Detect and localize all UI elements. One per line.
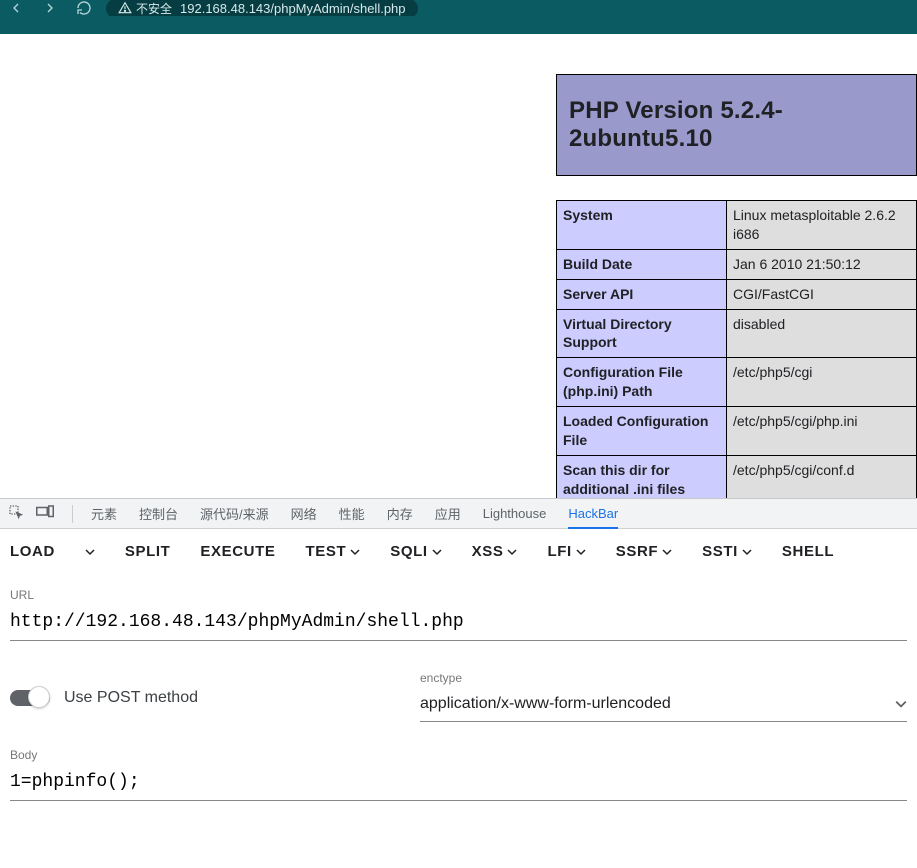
- phpinfo-row-name: Loaded Configuration File: [557, 407, 727, 456]
- devtools-tab-控制台[interactable]: 控制台: [139, 498, 178, 529]
- table-row: Build DateJan 6 2010 21:50:12: [557, 249, 917, 279]
- phpinfo-row-value: disabled: [727, 309, 917, 358]
- chevron-down-icon: [350, 547, 360, 557]
- use-post-toggle[interactable]: [10, 690, 50, 706]
- devtools-tab-网络[interactable]: 网络: [291, 498, 317, 529]
- lfi-dropdown[interactable]: LFI: [547, 543, 585, 560]
- browser-top-bar: 不安全 192.168.48.143/phpMyAdmin/shell.php: [0, 0, 917, 16]
- phpinfo-row-value: CGI/FastCGI: [727, 279, 917, 309]
- address-url: 192.168.48.143/phpMyAdmin/shell.php: [180, 1, 406, 16]
- phpinfo-row-value: Linux metasploitable 2.6.2 i686: [727, 201, 917, 250]
- inspect-icon[interactable]: [8, 504, 24, 523]
- reload-icon[interactable]: [76, 0, 92, 16]
- chevron-down-icon: [742, 547, 752, 557]
- enctype-value: application/x-www-form-urlencoded: [420, 695, 671, 713]
- warning-icon: [118, 1, 132, 15]
- address-bar[interactable]: 不安全 192.168.48.143/phpMyAdmin/shell.php: [106, 0, 418, 16]
- chevron-down-icon: [895, 698, 907, 710]
- device-toolbar-icon[interactable]: [36, 505, 54, 522]
- url-input[interactable]: [10, 608, 907, 641]
- phpinfo-row-name: Virtual Directory Support: [557, 309, 727, 358]
- phpinfo-title: PHP Version 5.2.4-2ubuntu5.10: [556, 74, 917, 176]
- body-label: Body: [10, 748, 907, 762]
- phpinfo-row-name: Configuration File (php.ini) Path: [557, 358, 727, 407]
- devtools-tab-源代码/来源[interactable]: 源代码/来源: [200, 498, 269, 529]
- forward-icon[interactable]: [42, 0, 58, 16]
- chevron-down-icon: [432, 547, 442, 557]
- shell-dropdown[interactable]: SHELL: [782, 543, 834, 560]
- hackbar-panel: LOAD SPLIT EXECUTE TEST SQLI XSS LFI SSR…: [0, 529, 917, 841]
- phpinfo-row-value: Jan 6 2010 21:50:12: [727, 249, 917, 279]
- devtools-tab-应用[interactable]: 应用: [435, 498, 461, 529]
- phpinfo-row-name: Server API: [557, 279, 727, 309]
- load-button[interactable]: LOAD: [10, 543, 55, 560]
- browser-chrome-gap: [0, 16, 917, 34]
- devtools-tabs: 元素控制台源代码/来源网络性能内存应用 Lighthouse HackBar: [0, 499, 917, 529]
- not-secure-badge: 不安全: [118, 0, 172, 16]
- test-dropdown[interactable]: TEST: [305, 543, 360, 560]
- load-caret-icon[interactable]: [85, 547, 95, 557]
- phpinfo-table: SystemLinux metasploitable 2.6.2 i686Bui…: [556, 200, 917, 498]
- enctype-select[interactable]: application/x-www-form-urlencoded: [420, 691, 907, 722]
- devtools-panel: 元素控制台源代码/来源网络性能内存应用 Lighthouse HackBar LOA…: [0, 498, 917, 841]
- use-post-label: Use POST method: [64, 689, 198, 707]
- url-label: URL: [10, 588, 907, 602]
- execute-button[interactable]: EXECUTE: [200, 543, 275, 560]
- phpinfo-row-name: Scan this dir for additional .ini files: [557, 455, 727, 498]
- back-icon[interactable]: [8, 0, 24, 16]
- split-button[interactable]: SPLIT: [125, 543, 171, 560]
- devtools-tab-lighthouse[interactable]: Lighthouse: [483, 500, 547, 527]
- devtools-tab-性能[interactable]: 性能: [339, 498, 365, 529]
- phpinfo-row-value: /etc/php5/cgi: [727, 358, 917, 407]
- phpinfo-row-value: /etc/php5/cgi/conf.d: [727, 455, 917, 498]
- enctype-label: enctype: [420, 671, 907, 685]
- table-row: Configuration File (php.ini) Path/etc/ph…: [557, 358, 917, 407]
- table-row: Scan this dir for additional .ini files/…: [557, 455, 917, 498]
- chevron-down-icon: [576, 547, 586, 557]
- table-row: Server APICGI/FastCGI: [557, 279, 917, 309]
- table-row: SystemLinux metasploitable 2.6.2 i686: [557, 201, 917, 250]
- chevron-down-icon: [662, 547, 672, 557]
- devtools-tab-元素[interactable]: 元素: [91, 498, 117, 529]
- ssti-dropdown[interactable]: SSTI: [702, 543, 752, 560]
- page-viewport: PHP Version 5.2.4-2ubuntu5.10 SystemLinu…: [0, 34, 917, 498]
- chevron-down-icon: [507, 547, 517, 557]
- devtools-tab-hackbar[interactable]: HackBar: [568, 500, 618, 529]
- hackbar-actions: LOAD SPLIT EXECUTE TEST SQLI XSS LFI SSR…: [10, 543, 907, 560]
- table-row: Loaded Configuration File/etc/php5/cgi/p…: [557, 407, 917, 456]
- phpinfo-row-name: System: [557, 201, 727, 250]
- xss-dropdown[interactable]: XSS: [472, 543, 518, 560]
- phpinfo-row-value: /etc/php5/cgi/php.ini: [727, 407, 917, 456]
- devtools-tab-内存[interactable]: 内存: [387, 498, 413, 529]
- sqli-dropdown[interactable]: SQLI: [390, 543, 441, 560]
- not-secure-label: 不安全: [136, 0, 172, 16]
- phpinfo-row-name: Build Date: [557, 249, 727, 279]
- body-input[interactable]: [10, 768, 907, 801]
- table-row: Virtual Directory Supportdisabled: [557, 309, 917, 358]
- ssrf-dropdown[interactable]: SSRF: [616, 543, 672, 560]
